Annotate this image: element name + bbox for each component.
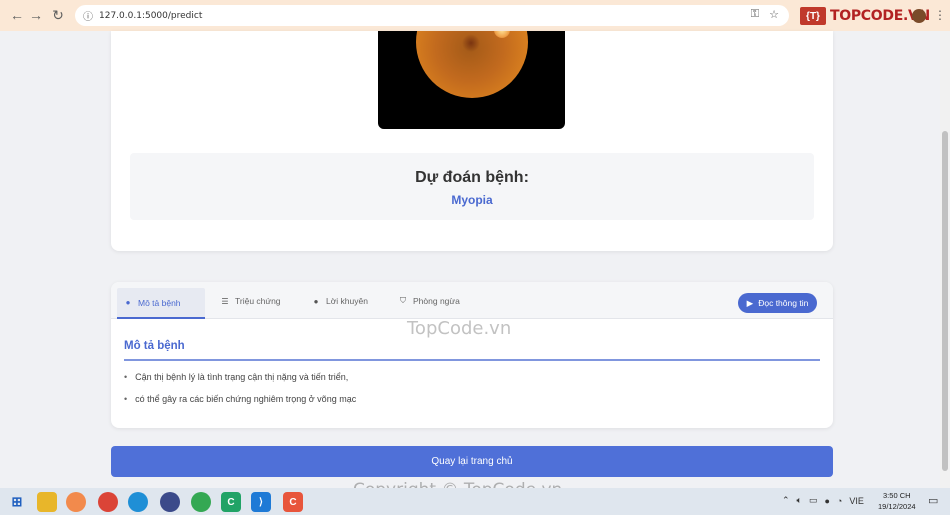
- list-item: • có thể gây ra các biến chứng nghiêm trọ…: [124, 394, 356, 416]
- page-scrollbar[interactable]: [940, 31, 950, 488]
- scrollbar-thumb[interactable]: [942, 131, 948, 471]
- key-icon[interactable]: ⚿: [751, 8, 759, 21]
- tab-label: Mô tả bệnh: [138, 297, 181, 308]
- play-icon: ▶: [746, 297, 754, 308]
- app-icon-2[interactable]: [160, 492, 180, 512]
- bullet-icon: •: [124, 372, 128, 382]
- list-item: • Cận thị bệnh lý là tình trạng cận thị n…: [124, 372, 356, 394]
- notification-icon[interactable]: ▭: [928, 494, 938, 507]
- section-divider: [124, 359, 820, 361]
- chrome-profile-icon[interactable]: [191, 492, 211, 512]
- tab-bar: ● Mô tả bệnh ☰ Triệu chứng ● Lời khuyên …: [111, 282, 833, 319]
- fundus-image: [378, 31, 565, 129]
- logo-mark-icon: {T}: [800, 7, 826, 25]
- prediction-value: Myopia: [451, 193, 493, 207]
- read-info-button[interactable]: ▶ Đọc thông tin: [738, 293, 817, 313]
- prediction-card: Dự đoán bệnh: Myopia: [111, 31, 833, 251]
- tab-advice[interactable]: ● Lời khuyên: [305, 290, 374, 312]
- list-icon: ☰: [221, 296, 229, 306]
- windows-taskbar: ⊞ C ⟩ C ⌃ 🔈︎ ▭ ● ◔ VIE: [0, 488, 950, 515]
- description-list: • Cận thị bệnh lý là tình trạng cận thị n…: [124, 372, 356, 416]
- forward-arrow-icon[interactable]: →: [25, 4, 47, 26]
- bookmark-star-icon[interactable]: ☆: [769, 8, 779, 21]
- system-clock[interactable]: 3:50 CH 19/12/2024: [878, 490, 916, 512]
- volume-icon[interactable]: 🔈︎: [797, 495, 802, 506]
- tab-label: Triệu chứng: [235, 296, 281, 306]
- system-tray: ⌃ 🔈︎ ▭ ● ◔ VIE: [782, 495, 864, 506]
- chrome-icon[interactable]: [98, 492, 118, 512]
- tab-prevention[interactable]: ⛉ Phòng ngừa: [392, 290, 466, 312]
- tab-description[interactable]: ● Mô tả bệnh: [117, 288, 205, 319]
- pycharm-icon[interactable]: C: [221, 492, 241, 512]
- edge-icon[interactable]: [128, 492, 148, 512]
- shield-icon: ⛉: [400, 296, 406, 305]
- chat-icon: ●: [313, 296, 319, 306]
- info-icon: ●: [125, 298, 131, 307]
- mic-icon[interactable]: ●: [824, 496, 829, 506]
- vscode-icon[interactable]: ⟩: [251, 492, 271, 512]
- address-bar[interactable]: ⓘ 127.0.0.1:5000/predict ⚿ ☆: [75, 5, 789, 26]
- section-title: Mô tả bệnh: [124, 340, 185, 352]
- clock-date: 19/12/2024: [878, 502, 916, 511]
- list-item-text: có thể gây ra các biến chứng nghiêm trọn…: [135, 394, 357, 404]
- disease-info-card: ● Mô tả bệnh ☰ Triệu chứng ● Lời khuyên …: [111, 282, 833, 428]
- tab-symptoms[interactable]: ☰ Triệu chứng: [214, 290, 287, 312]
- macula: [462, 34, 480, 52]
- tab-label: Phòng ngừa: [413, 296, 460, 306]
- app-icon-3[interactable]: C: [283, 492, 303, 512]
- app-icon-1[interactable]: [66, 492, 86, 512]
- site-info-icon[interactable]: ⓘ: [83, 8, 93, 23]
- file-explorer-icon[interactable]: [37, 492, 57, 512]
- url-text: 127.0.0.1:5000/predict: [99, 10, 203, 21]
- language-indicator[interactable]: VIE: [849, 496, 864, 506]
- network-icon[interactable]: ◔: [837, 496, 842, 506]
- prediction-title: Dự đoán bệnh:: [415, 169, 529, 186]
- browser-toolbar: ← → ↻ ⓘ 127.0.0.1:5000/predict ⚿ ☆ {T} T…: [0, 0, 950, 31]
- watermark-center: TopCode.vn: [407, 318, 512, 339]
- tab-label: Lời khuyên: [326, 296, 368, 306]
- back-home-button[interactable]: Quay lại trang chủ: [111, 446, 833, 477]
- list-item-text: Cận thị bệnh lý là tình trạng cận thị nặ…: [135, 372, 349, 382]
- clock-time: 3:50 CH: [883, 491, 911, 500]
- brand-logo: {T} TOPCODE.VN: [800, 7, 930, 25]
- reload-icon[interactable]: ↻: [47, 4, 69, 26]
- bullet-icon: •: [124, 394, 128, 404]
- prediction-result: Dự đoán bệnh: Myopia: [130, 153, 814, 220]
- battery-icon[interactable]: ▭: [809, 495, 818, 506]
- profile-avatar[interactable]: [912, 9, 926, 23]
- read-info-label: Đọc thông tin: [758, 298, 809, 308]
- optic-disc: [494, 31, 510, 38]
- chevron-up-icon[interactable]: ⌃: [782, 495, 790, 506]
- menu-kebab-icon[interactable]: ⋮: [934, 8, 946, 22]
- retina: [416, 31, 528, 98]
- windows-start-icon[interactable]: ⊞: [7, 492, 27, 512]
